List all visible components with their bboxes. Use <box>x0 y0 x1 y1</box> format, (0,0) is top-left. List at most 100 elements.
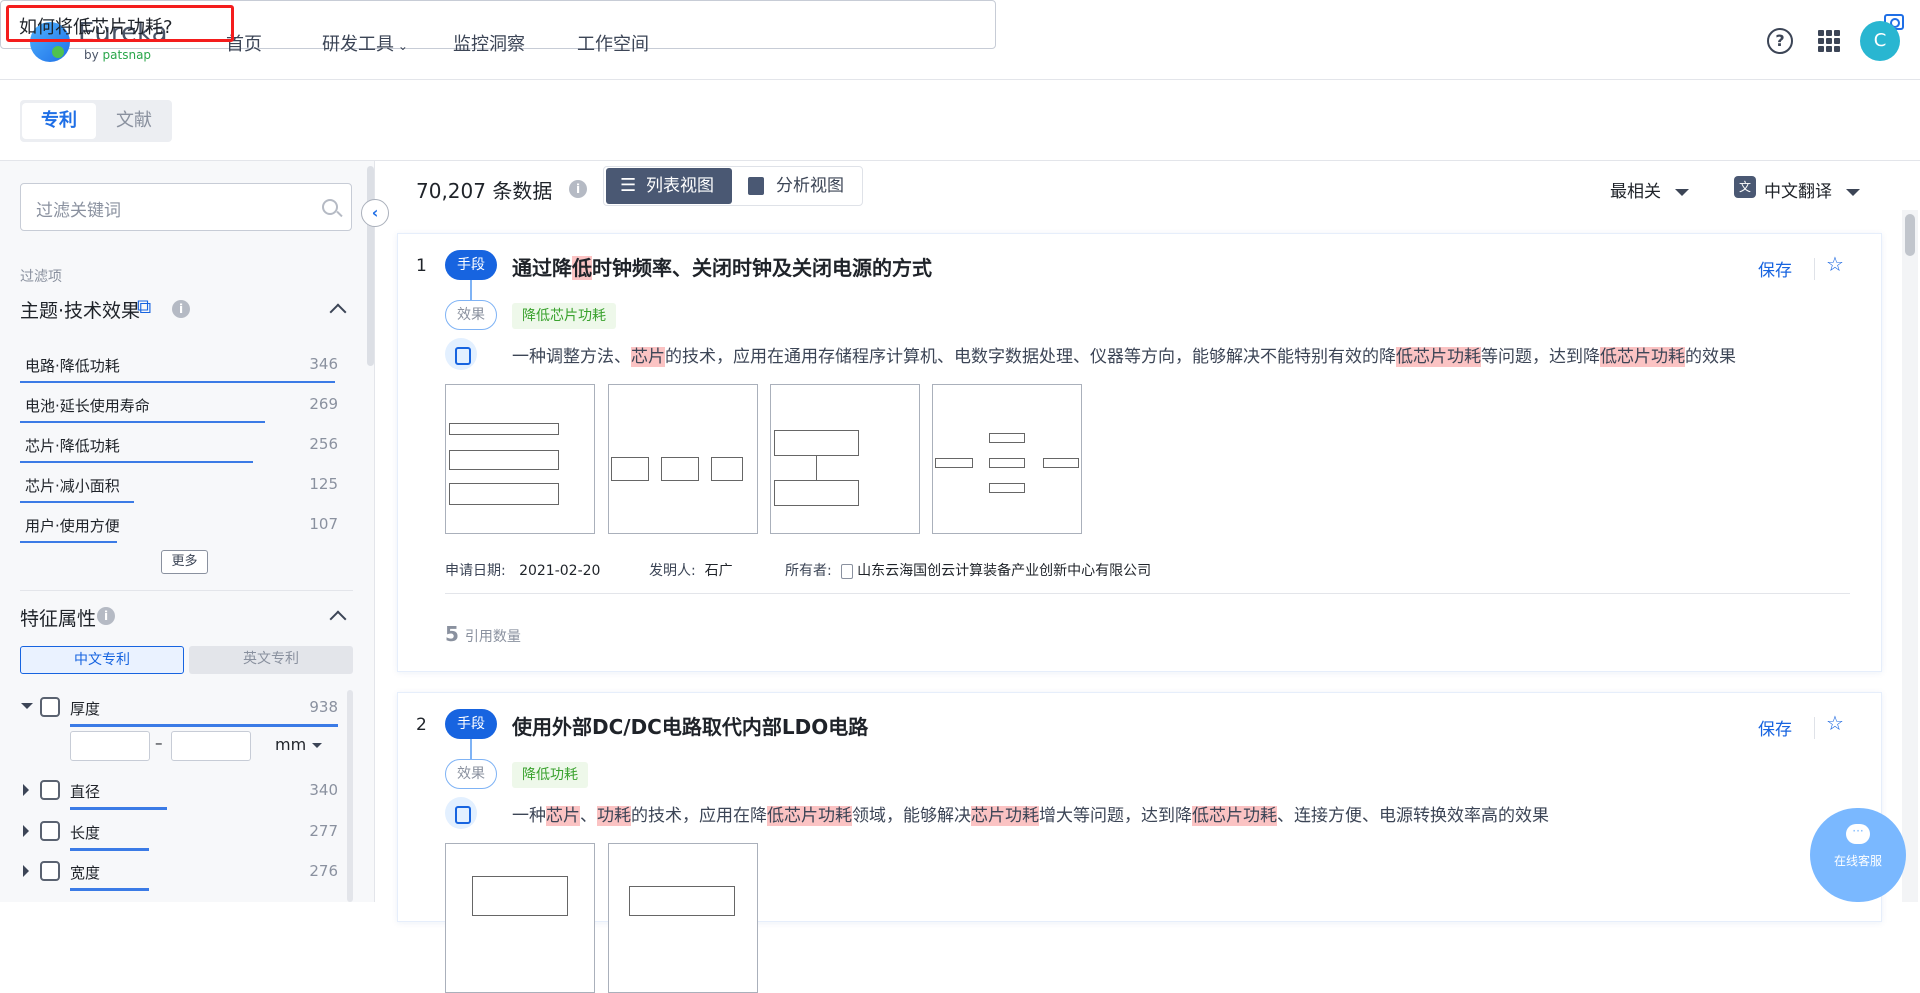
hierarchy-icon[interactable]: ⧉ <box>137 294 151 318</box>
attribute-checkbox[interactable] <box>40 821 60 841</box>
patent-figure-thumbnail[interactable] <box>770 384 920 534</box>
info-icon[interactable]: i <box>97 607 115 625</box>
help-icon[interactable]: ? <box>1767 28 1793 54</box>
translate-dropdown[interactable]: 中文翻译 <box>1764 177 1860 202</box>
results-scrollbar[interactable] <box>1905 214 1915 256</box>
topic-bar <box>20 421 265 423</box>
attribute-bar <box>70 724 338 727</box>
attribute-count: 276 <box>309 862 338 880</box>
citation-count[interactable]: 5 引用数量 <box>445 622 521 646</box>
sort-dropdown[interactable]: 最相关 <box>1610 177 1689 202</box>
method-badge: 手段 <box>445 709 497 739</box>
topic-bar <box>20 461 253 463</box>
filter-keyword-input[interactable]: 过滤关键词 <box>20 183 352 231</box>
toggle-cn-patent[interactable]: 中文专利 <box>20 646 184 674</box>
effect-tag[interactable]: 降低功耗 <box>512 762 588 788</box>
topic-bar <box>20 381 335 383</box>
topic-count: 256 <box>309 435 338 453</box>
attribute-bar <box>70 848 149 851</box>
analysis-view-button[interactable]: 分析视图 <box>736 168 862 204</box>
list-icon: ☰ <box>620 175 637 196</box>
attribute-checkbox[interactable] <box>40 780 60 800</box>
topic-filter-item[interactable]: 电路·降低功耗 346 <box>20 351 338 385</box>
range-min-input[interactable] <box>70 731 150 761</box>
text-segment: 使用外部DC/DC电路取代内部LDO电路 <box>512 715 869 739</box>
collapse-sidebar-button[interactable]: ‹ <box>361 199 389 227</box>
translate-value: 中文翻译 <box>1764 182 1832 202</box>
apps-grid-icon[interactable] <box>1818 30 1840 52</box>
inventor-value[interactable]: 石广 <box>705 563 733 579</box>
online-support-button[interactable]: ··· 在线客服 <box>1810 808 1906 902</box>
nav-monitoring[interactable]: 监控洞察 <box>453 30 525 56</box>
attribute-label: 厚度 <box>70 700 101 718</box>
toggle-en-patent[interactable]: 英文专利 <box>189 646 353 674</box>
sidebar-scrollbar[interactable] <box>367 166 374 366</box>
attribute-item[interactable]: 直径 340 <box>70 781 338 811</box>
user-avatar[interactable]: C <box>1860 21 1900 61</box>
star-icon[interactable]: ☆ <box>1826 252 1844 276</box>
topic-bar <box>20 501 134 503</box>
topic-filter-item[interactable]: 芯片·减小面积 125 <box>20 471 338 505</box>
patent-figure-thumbnail[interactable] <box>608 843 758 993</box>
nav-workspace[interactable]: 工作空间 <box>577 30 649 56</box>
star-icon[interactable]: ☆ <box>1826 711 1844 735</box>
nav-rd-tools[interactable]: 研发工具 ⌄ <box>322 30 408 56</box>
tab-literature[interactable]: 文献 <box>98 103 170 139</box>
attribute-item[interactable]: 宽度 276 <box>70 862 338 892</box>
save-button[interactable]: 保存 <box>1758 256 1792 281</box>
range-max-input[interactable] <box>171 731 251 761</box>
result-index: 1 <box>416 256 427 276</box>
search-input[interactable]: 如何将低芯片功耗? <box>6 5 234 42</box>
attribute-item[interactable]: 厚度 938 <box>70 698 338 728</box>
topic-label: 芯片·降低功耗 <box>25 437 120 455</box>
expand-caret-icon[interactable] <box>23 825 29 837</box>
keyword-highlight: 低 <box>572 256 592 280</box>
analysis-view-label: 分析视图 <box>776 176 844 196</box>
logo-subtext: by patsnap <box>84 48 151 62</box>
top-header: Eureka by patsnap 首页 研发工具 ⌄ 监控洞察 工作空间 如何… <box>0 0 1920 80</box>
topic-filter-item[interactable]: 芯片·降低功耗 256 <box>20 431 338 465</box>
info-icon[interactable]: i <box>172 300 190 318</box>
patent-figure-thumbnail[interactable] <box>608 384 758 534</box>
owner-value[interactable]: 山东云海国创云计算装备产业创新中心有限公司 <box>857 563 1151 579</box>
tab-patent[interactable]: 专利 <box>22 103 96 139</box>
attribute-scrollbar[interactable] <box>347 690 353 902</box>
patent-figure-thumbnail[interactable] <box>445 843 595 993</box>
attribute-item[interactable]: 长度 277 <box>70 822 338 852</box>
result-title[interactable]: 使用外部DC/DC电路取代内部LDO电路 <box>512 711 868 740</box>
connector <box>470 280 472 302</box>
result-card: 1 手段 效果 通过降低时钟频率、关闭时钟及关闭电源的方式 降低芯片功耗 一种调… <box>397 233 1882 672</box>
search-icon[interactable] <box>322 199 338 215</box>
list-view-label: 列表视图 <box>646 176 714 196</box>
text-segment: 一种 <box>512 806 546 826</box>
text-segment: 的技术，应用在降 <box>631 806 767 826</box>
expand-caret-icon[interactable] <box>23 865 29 877</box>
patent-figure-thumbnail[interactable] <box>445 384 595 534</box>
patent-figure-thumbnail[interactable] <box>932 384 1082 534</box>
more-button[interactable]: 更多 <box>161 550 208 574</box>
result-title[interactable]: 通过降低时钟频率、关闭时钟及关闭电源的方式 <box>512 252 932 281</box>
topic-filter-item[interactable]: 用户·使用方便 107 <box>20 511 338 545</box>
save-button[interactable]: 保存 <box>1758 715 1792 740</box>
keyword-highlight: 低芯片功耗 <box>767 806 852 826</box>
topic-label: 电路·降低功耗 <box>25 357 120 375</box>
text-segment: 的效果 <box>1685 347 1736 367</box>
dropdown-icon <box>1675 188 1689 196</box>
attribute-bar <box>70 807 167 810</box>
attribute-checkbox[interactable] <box>40 861 60 881</box>
bar-chart-icon <box>748 177 764 195</box>
divider <box>20 590 353 591</box>
list-view-button[interactable]: ☰ 列表视图 <box>606 168 732 204</box>
topic-filter-item[interactable]: 电池·延长使用寿命 269 <box>20 391 338 425</box>
expanded-caret-icon[interactable] <box>21 703 33 709</box>
result-count: 70,207 条数据 <box>416 175 552 204</box>
attribute-checkbox[interactable] <box>40 697 60 717</box>
expand-caret-icon[interactable] <box>23 784 29 796</box>
info-icon[interactable]: i <box>569 180 587 198</box>
keyword-highlight: 芯片 <box>631 347 665 367</box>
effect-tag[interactable]: 降低芯片功耗 <box>512 303 616 329</box>
result-card: 2 手段 效果 使用外部DC/DC电路取代内部LDO电路 降低功耗 一种芯片、功… <box>397 692 1882 993</box>
results-scrollbar-track <box>1902 210 1918 902</box>
topic-bar <box>20 541 117 543</box>
unit-select[interactable]: mm <box>275 735 323 754</box>
